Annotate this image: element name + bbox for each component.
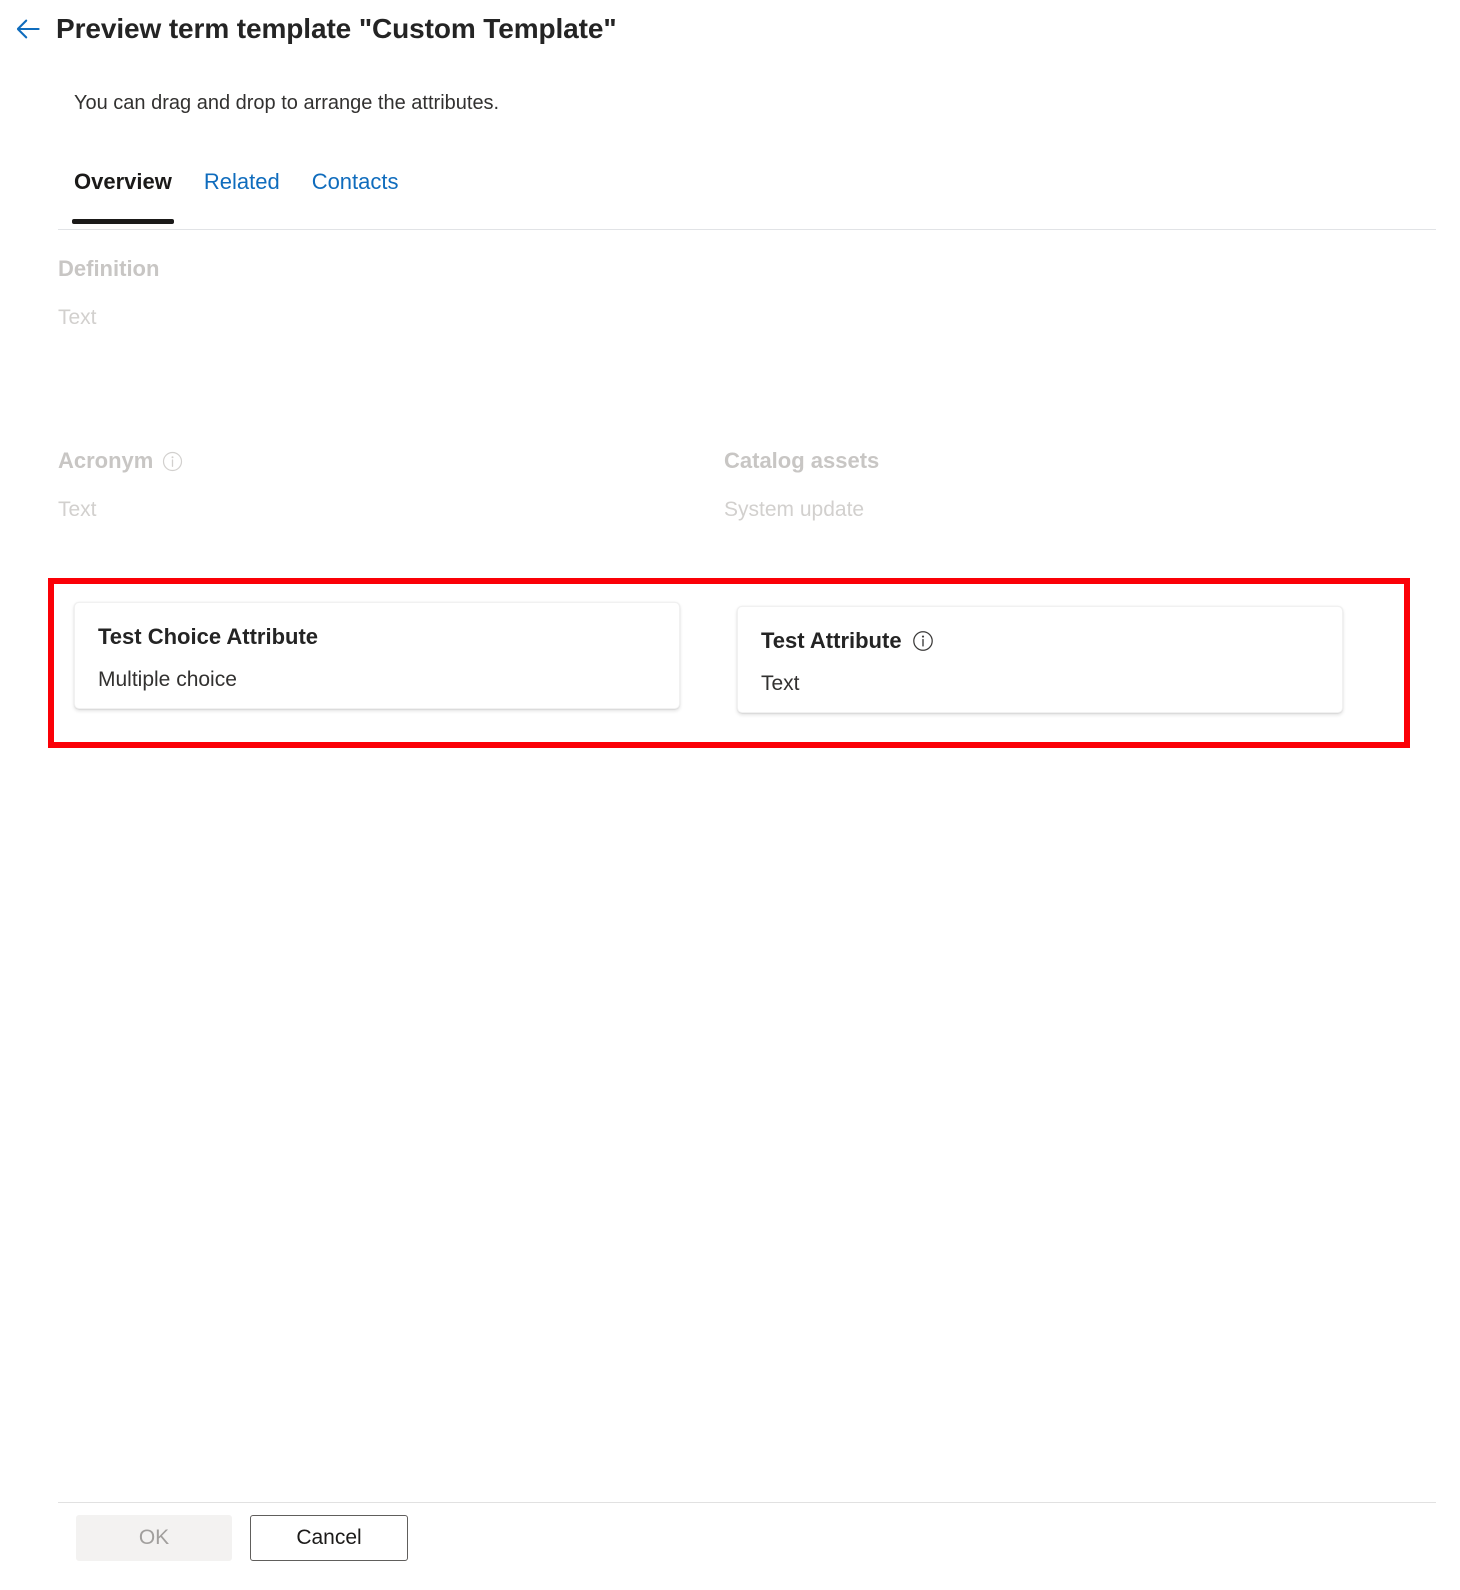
- info-icon[interactable]: [912, 630, 934, 652]
- tab-contacts[interactable]: Contacts: [296, 160, 415, 200]
- attribute-card-title: Test Choice Attribute: [98, 623, 657, 651]
- dialog-footer: OK Cancel: [76, 1515, 408, 1561]
- attribute-card-title-text: Test Attribute: [761, 627, 902, 655]
- field-label-text: Acronym: [58, 446, 153, 476]
- field-value-definition: Text: [58, 304, 703, 332]
- tab-bar: Overview Related Contacts: [58, 160, 1436, 230]
- field-label-definition: Definition: [58, 254, 703, 284]
- dialog-header: Preview term template "Custom Template": [0, 0, 1460, 58]
- attribute-card-type: Text: [761, 671, 1320, 697]
- field-label-text: Catalog assets: [724, 446, 879, 476]
- field-label-text: Definition: [58, 254, 159, 284]
- field-value-catalog-assets: System update: [724, 496, 1369, 524]
- field-acronym: Acronym Text: [58, 446, 703, 524]
- field-definition-right-placeholder: [724, 254, 1369, 332]
- field-definition: Definition Text: [58, 254, 703, 332]
- attribute-cards-layer: Test Choice Attribute Multiple choice Te…: [0, 0, 1460, 1590]
- info-icon: [162, 451, 183, 472]
- tab-overview[interactable]: Overview: [58, 160, 188, 200]
- back-button[interactable]: [6, 7, 50, 51]
- arrow-left-icon: [13, 14, 43, 44]
- preview-term-template-dialog: Preview term template "Custom Template" …: [0, 0, 1460, 1590]
- page-title: Preview term template "Custom Template": [56, 13, 617, 45]
- cancel-button[interactable]: Cancel: [250, 1515, 408, 1561]
- field-label-acronym: Acronym: [58, 446, 703, 476]
- footer-divider: [58, 1502, 1436, 1503]
- field-catalog-assets: Catalog assets System update: [724, 446, 1369, 524]
- attribute-card-type: Multiple choice: [98, 667, 657, 693]
- tab-related[interactable]: Related: [188, 160, 296, 200]
- attribute-card-title: Test Attribute: [761, 627, 1320, 655]
- ok-button[interactable]: OK: [76, 1515, 232, 1561]
- form-preview: Definition Text Acronym: [58, 254, 1436, 524]
- field-value-acronym: Text: [58, 496, 703, 524]
- form-row-definition: Definition Text: [58, 254, 1436, 332]
- attribute-card-test-choice-attribute[interactable]: Test Choice Attribute Multiple choice: [74, 602, 680, 709]
- form-row-acronym: Acronym Text Catalog assets System updat: [58, 446, 1436, 524]
- attribute-card-test-attribute[interactable]: Test Attribute Text: [737, 606, 1343, 713]
- attribute-card-title-text: Test Choice Attribute: [98, 623, 318, 651]
- field-label-catalog-assets: Catalog assets: [724, 446, 1369, 476]
- instruction-text: You can drag and drop to arrange the att…: [74, 92, 499, 115]
